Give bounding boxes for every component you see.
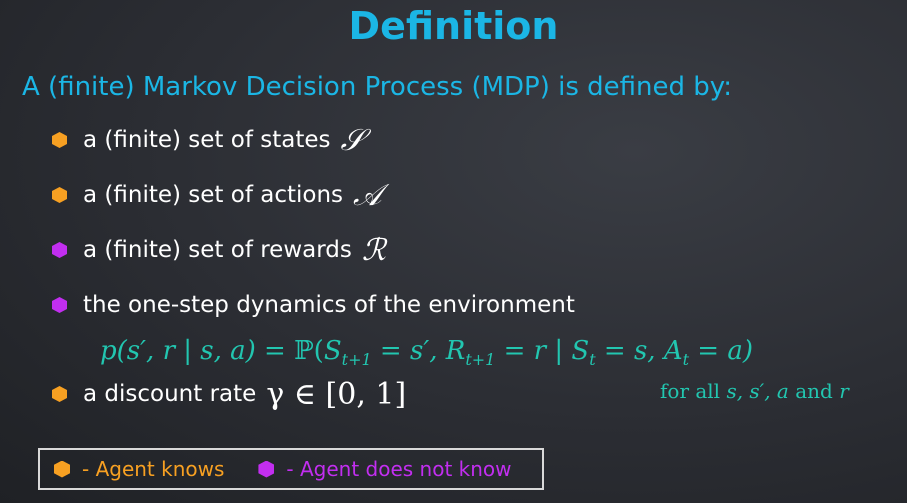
- legend-box: - Agent knows - Agent does not know: [38, 448, 544, 490]
- formula-equals: =: [255, 336, 295, 366]
- forall-note: for all s, s′, a and r: [660, 376, 849, 406]
- formula-eq-st: = s,: [595, 336, 664, 366]
- actions-symbol: 𝒜: [353, 177, 382, 213]
- forall-last: r: [839, 379, 849, 403]
- legend-agent-knows: - Agent knows: [82, 457, 225, 481]
- bullet-states: a (finite) set of states 𝒮: [52, 120, 364, 160]
- slide-title: Definition: [348, 4, 559, 48]
- bullet-actions: a (finite) set of actions 𝒜: [52, 175, 381, 215]
- forall-prefix: for all: [660, 379, 727, 403]
- bullet-states-text: a (finite) set of states: [83, 127, 331, 153]
- bullet-actions-text: a (finite) set of actions: [83, 182, 344, 208]
- formula-At: A: [663, 336, 683, 366]
- bullet-rewards-text: a (finite) set of rewards: [83, 237, 352, 263]
- dynamics-formula: p(s′, r | s, a) = ℙ(St+1 = s′, Rt+1 = r …: [100, 331, 753, 380]
- orange-hexagon-icon: [54, 460, 70, 478]
- formula-R-sub: t+1: [465, 350, 496, 370]
- formula-R: R: [445, 336, 466, 366]
- bullet-discount: a discount rate γ ∈ [0, 1]: [52, 374, 406, 414]
- states-symbol: 𝒮: [340, 122, 364, 158]
- bullet-rewards: a (finite) set of rewards ℛ: [52, 230, 386, 270]
- forall-vars: s, s′, a: [726, 379, 789, 403]
- formula-prob: ℙ(: [294, 336, 324, 366]
- purple-hexagon-icon: [258, 460, 275, 478]
- formula-St: S: [571, 336, 590, 366]
- formula-eq-at: = a): [689, 336, 754, 366]
- mdp-intro-text: A (finite) Markov Decision Process (MDP)…: [22, 72, 733, 102]
- formula-S: S: [323, 336, 342, 366]
- forall-and: and: [788, 379, 840, 403]
- formula-eq-s: = s′,: [371, 336, 446, 366]
- discount-symbol: γ ∈ [0, 1]: [266, 376, 407, 412]
- purple-hexagon-icon: [52, 242, 67, 258]
- purple-hexagon-icon: [52, 297, 67, 313]
- formula-S-sub: t+1: [341, 350, 372, 370]
- bullet-dynamics-text: the one-step dynamics of the environment: [83, 292, 575, 318]
- formula-lhs: p(s′, r | s, a): [100, 336, 256, 366]
- bullet-dynamics: the one-step dynamics of the environment: [52, 285, 575, 325]
- rewards-symbol: ℛ: [361, 232, 386, 268]
- bullet-discount-text: a discount rate: [83, 381, 257, 407]
- legend-agent-does-not-know: - Agent does not know: [286, 457, 512, 481]
- orange-hexagon-icon: [52, 132, 67, 148]
- orange-hexagon-icon: [52, 386, 67, 402]
- formula-eq-r: = r |: [495, 336, 572, 366]
- orange-hexagon-icon: [52, 187, 67, 203]
